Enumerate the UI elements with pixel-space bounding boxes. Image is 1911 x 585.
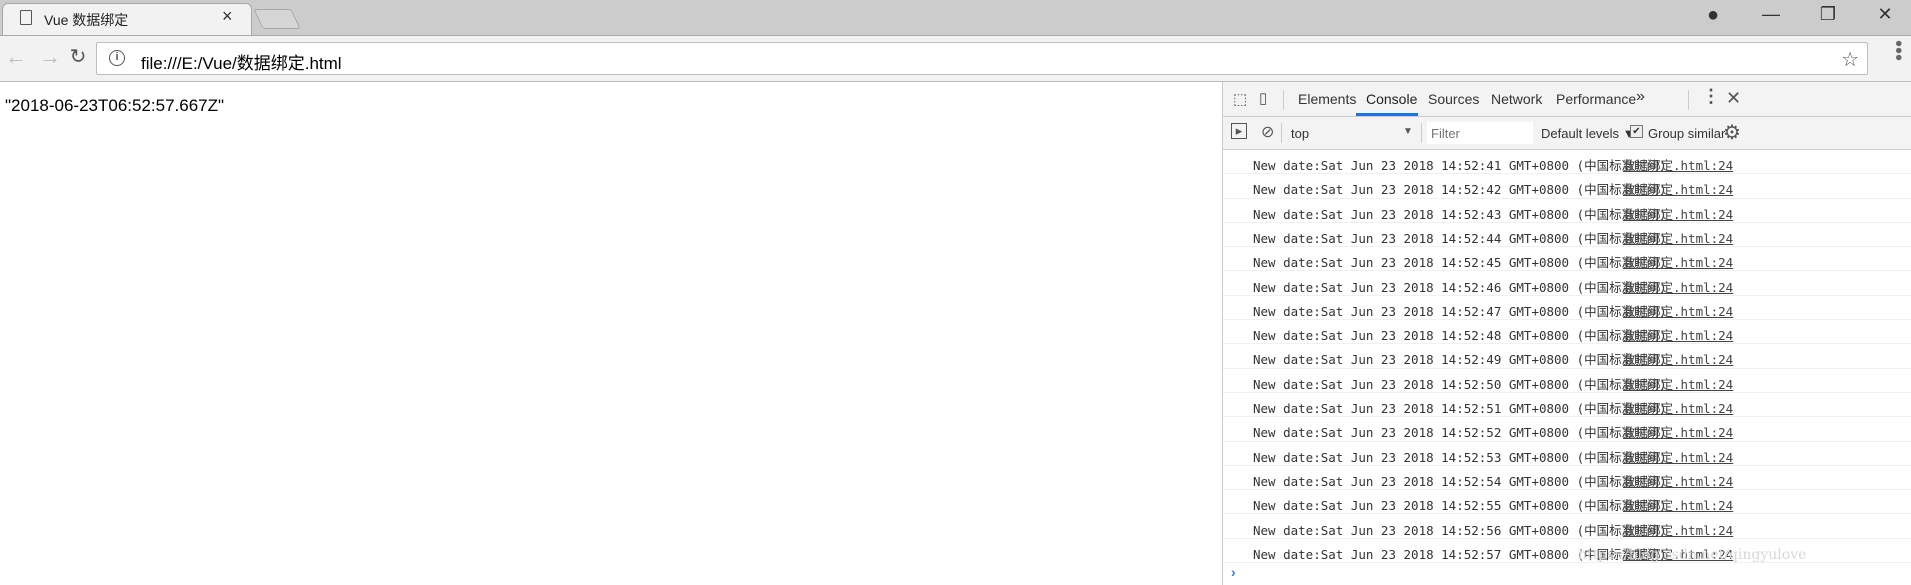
console-log-row: New date:Sat Jun 23 2018 14:52:41 GMT+08… bbox=[1223, 150, 1911, 175]
log-source-link[interactable]: 数据绑定.html:24 bbox=[1623, 398, 1733, 417]
console-log-row: New date:Sat Jun 23 2018 14:52:53 GMT+08… bbox=[1223, 442, 1911, 466]
log-source-link[interactable]: 数据绑定.html:24 bbox=[1623, 252, 1733, 271]
log-message: New date:Sat Jun 23 2018 14:52:43 GMT+08… bbox=[1253, 206, 1667, 222]
log-source-link[interactable]: 数据绑定.html:24 bbox=[1623, 325, 1733, 344]
page-output: "2018-06-23T06:52:57.667Z" bbox=[5, 96, 225, 115]
console-log-row: New date:Sat Jun 23 2018 14:52:56 GMT+08… bbox=[1223, 515, 1911, 539]
sidebar-toggle-icon[interactable]: ▸ bbox=[1231, 123, 1247, 139]
log-source-link[interactable]: 数据绑定.html:24 bbox=[1623, 471, 1733, 490]
page-icon bbox=[20, 10, 32, 25]
group-similar-label: Group similar bbox=[1648, 126, 1726, 141]
log-message: New date:Sat Jun 23 2018 14:52:41 GMT+08… bbox=[1253, 158, 1667, 173]
divider bbox=[1421, 123, 1422, 143]
log-source-link[interactable]: 数据绑定.html:24 bbox=[1623, 277, 1733, 296]
divider bbox=[1688, 90, 1689, 110]
log-source-link[interactable]: 数据绑定.html:24 bbox=[1623, 349, 1733, 368]
console-log-row: New date:Sat Jun 23 2018 14:52:44 GMT+08… bbox=[1223, 223, 1911, 248]
devtools-panel: ⬚ ▯ Elements Console Sources Network Per… bbox=[1222, 82, 1911, 585]
tab-elements[interactable]: Elements bbox=[1298, 91, 1356, 107]
active-tab-indicator bbox=[1356, 113, 1418, 116]
log-source-link[interactable]: 数据绑定.html:24 bbox=[1623, 301, 1733, 320]
log-source-link[interactable]: 数据绑定.html:24 bbox=[1623, 447, 1733, 466]
tab-performance[interactable]: Performance bbox=[1556, 91, 1636, 107]
reload-button[interactable]: ↻ bbox=[64, 44, 92, 69]
tab-sources[interactable]: Sources bbox=[1428, 91, 1479, 107]
console-log-row: New date:Sat Jun 23 2018 14:52:46 GMT+08… bbox=[1223, 272, 1911, 296]
url-text[interactable]: file:///E:/Vue/数据绑定.html bbox=[141, 49, 342, 74]
log-message: New date:Sat Jun 23 2018 14:52:45 GMT+08… bbox=[1253, 255, 1667, 271]
tab-strip: Vue 数据绑定 × ● — ❐ ✕ bbox=[0, 0, 1911, 36]
console-log-row: New date:Sat Jun 23 2018 14:52:47 GMT+08… bbox=[1223, 296, 1911, 321]
profile-icon[interactable]: ● bbox=[1698, 4, 1728, 27]
console-log-row: New date:Sat Jun 23 2018 14:52:52 GMT+08… bbox=[1223, 417, 1911, 442]
console-log-row: New date:Sat Jun 23 2018 14:52:42 GMT+08… bbox=[1223, 174, 1911, 199]
device-toolbar-icon[interactable]: ▯ bbox=[1259, 89, 1267, 107]
tab-title: Vue 数据绑定 bbox=[44, 12, 129, 28]
console-log-row: New date:Sat Jun 23 2018 14:52:45 GMT+08… bbox=[1223, 247, 1911, 272]
log-message: New date:Sat Jun 23 2018 14:52:48 GMT+08… bbox=[1253, 328, 1667, 344]
group-similar-checkbox[interactable]: ✔ bbox=[1630, 125, 1643, 138]
log-message: New date:Sat Jun 23 2018 14:52:51 GMT+08… bbox=[1253, 401, 1667, 416]
log-message: New date:Sat Jun 23 2018 14:52:44 GMT+08… bbox=[1253, 230, 1667, 246]
filter-input[interactable] bbox=[1427, 122, 1533, 144]
console-log-row: New date:Sat Jun 23 2018 14:52:48 GMT+08… bbox=[1223, 320, 1911, 345]
context-selector[interactable]: top bbox=[1291, 126, 1309, 141]
console-log-row: New date:Sat Jun 23 2018 14:52:49 GMT+08… bbox=[1223, 344, 1911, 369]
devtools-tabbar: ⬚ ▯ Elements Console Sources Network Per… bbox=[1223, 82, 1911, 117]
log-message: New date:Sat Jun 23 2018 14:52:46 GMT+08… bbox=[1253, 279, 1667, 295]
log-message: New date:Sat Jun 23 2018 14:52:42 GMT+08… bbox=[1253, 182, 1667, 198]
restore-icon[interactable]: ❐ bbox=[1813, 4, 1843, 25]
devtools-close-icon[interactable]: ✕ bbox=[1726, 88, 1741, 109]
window-close-icon[interactable]: ✕ bbox=[1870, 4, 1900, 25]
console-toolbar: ▸ ⊘ top ▼ Default levels ▼ ✔ Group simil… bbox=[1223, 117, 1911, 150]
log-source-link[interactable]: 数据绑定.html:24 bbox=[1623, 374, 1733, 393]
log-message: New date:Sat Jun 23 2018 14:52:56 GMT+08… bbox=[1253, 522, 1667, 538]
info-icon[interactable]: i bbox=[109, 50, 125, 66]
tab-console[interactable]: Console bbox=[1366, 91, 1417, 107]
kebab-menu-icon[interactable]: ••• bbox=[1886, 40, 1909, 61]
log-source-link[interactable]: 数据绑定.html:24 bbox=[1623, 520, 1733, 539]
console-log-row: New date:Sat Jun 23 2018 14:52:55 GMT+08… bbox=[1223, 490, 1911, 515]
tab-network[interactable]: Network bbox=[1491, 91, 1542, 107]
watermark: https://blog.csdn.net/qingyulove bbox=[1578, 547, 1807, 563]
inspect-element-icon[interactable]: ⬚ bbox=[1233, 90, 1247, 108]
log-source-link[interactable]: 数据绑定.html:24 bbox=[1623, 179, 1733, 198]
forward-button[interactable]: → bbox=[36, 44, 64, 70]
log-message: New date:Sat Jun 23 2018 14:52:49 GMT+08… bbox=[1253, 352, 1667, 368]
divider bbox=[1283, 90, 1284, 110]
log-message: New date:Sat Jun 23 2018 14:52:55 GMT+08… bbox=[1253, 498, 1667, 514]
more-tabs-button[interactable]: » bbox=[1636, 88, 1645, 106]
divider bbox=[1281, 123, 1282, 143]
tab-close-icon[interactable]: × bbox=[222, 6, 233, 27]
log-source-link[interactable]: 数据绑定.html:24 bbox=[1623, 228, 1733, 247]
log-levels-dropdown[interactable]: Default levels ▼ bbox=[1541, 126, 1636, 141]
chevron-down-icon[interactable]: ▼ bbox=[1403, 126, 1413, 137]
back-button[interactable]: ← bbox=[2, 44, 30, 70]
gear-icon[interactable]: ⚙ bbox=[1723, 120, 1741, 145]
log-source-link[interactable]: 数据绑定.html:24 bbox=[1623, 422, 1733, 441]
log-message: New date:Sat Jun 23 2018 14:52:53 GMT+08… bbox=[1253, 449, 1667, 465]
log-message: New date:Sat Jun 23 2018 14:52:50 GMT+08… bbox=[1253, 376, 1667, 392]
console-log-row: New date:Sat Jun 23 2018 14:52:54 GMT+08… bbox=[1223, 466, 1911, 491]
log-message: New date:Sat Jun 23 2018 14:52:47 GMT+08… bbox=[1253, 303, 1667, 319]
clear-console-icon[interactable]: ⊘ bbox=[1261, 122, 1274, 142]
devtools-menu-icon[interactable]: ⋮ bbox=[1702, 86, 1720, 107]
log-message: New date:Sat Jun 23 2018 14:52:54 GMT+08… bbox=[1253, 473, 1667, 489]
minimize-icon[interactable]: — bbox=[1756, 4, 1786, 25]
log-source-link[interactable]: 数据绑定.html:24 bbox=[1623, 155, 1733, 174]
console-log-row: New date:Sat Jun 23 2018 14:52:51 GMT+08… bbox=[1223, 393, 1911, 418]
new-tab-button[interactable] bbox=[253, 9, 301, 29]
console-log-row: New date:Sat Jun 23 2018 14:52:50 GMT+08… bbox=[1223, 369, 1911, 393]
console-log-row: New date:Sat Jun 23 2018 14:52:43 GMT+08… bbox=[1223, 199, 1911, 223]
console-prompt[interactable]: › bbox=[1231, 564, 1236, 580]
star-icon[interactable]: ☆ bbox=[1841, 47, 1859, 72]
log-source-link[interactable]: 数据绑定.html:24 bbox=[1623, 204, 1733, 223]
log-message: New date:Sat Jun 23 2018 14:52:52 GMT+08… bbox=[1253, 425, 1667, 441]
address-bar[interactable]: i file:///E:/Vue/数据绑定.html ☆ bbox=[96, 42, 1868, 75]
browser-toolbar: ← → ↻ i file:///E:/Vue/数据绑定.html ☆ ••• bbox=[0, 35, 1911, 82]
console-log-row: New date:Sat Jun 23 2018 14:52:57 GMT+08… bbox=[1223, 539, 1911, 564]
log-source-link[interactable]: 数据绑定.html:24 bbox=[1623, 495, 1733, 514]
